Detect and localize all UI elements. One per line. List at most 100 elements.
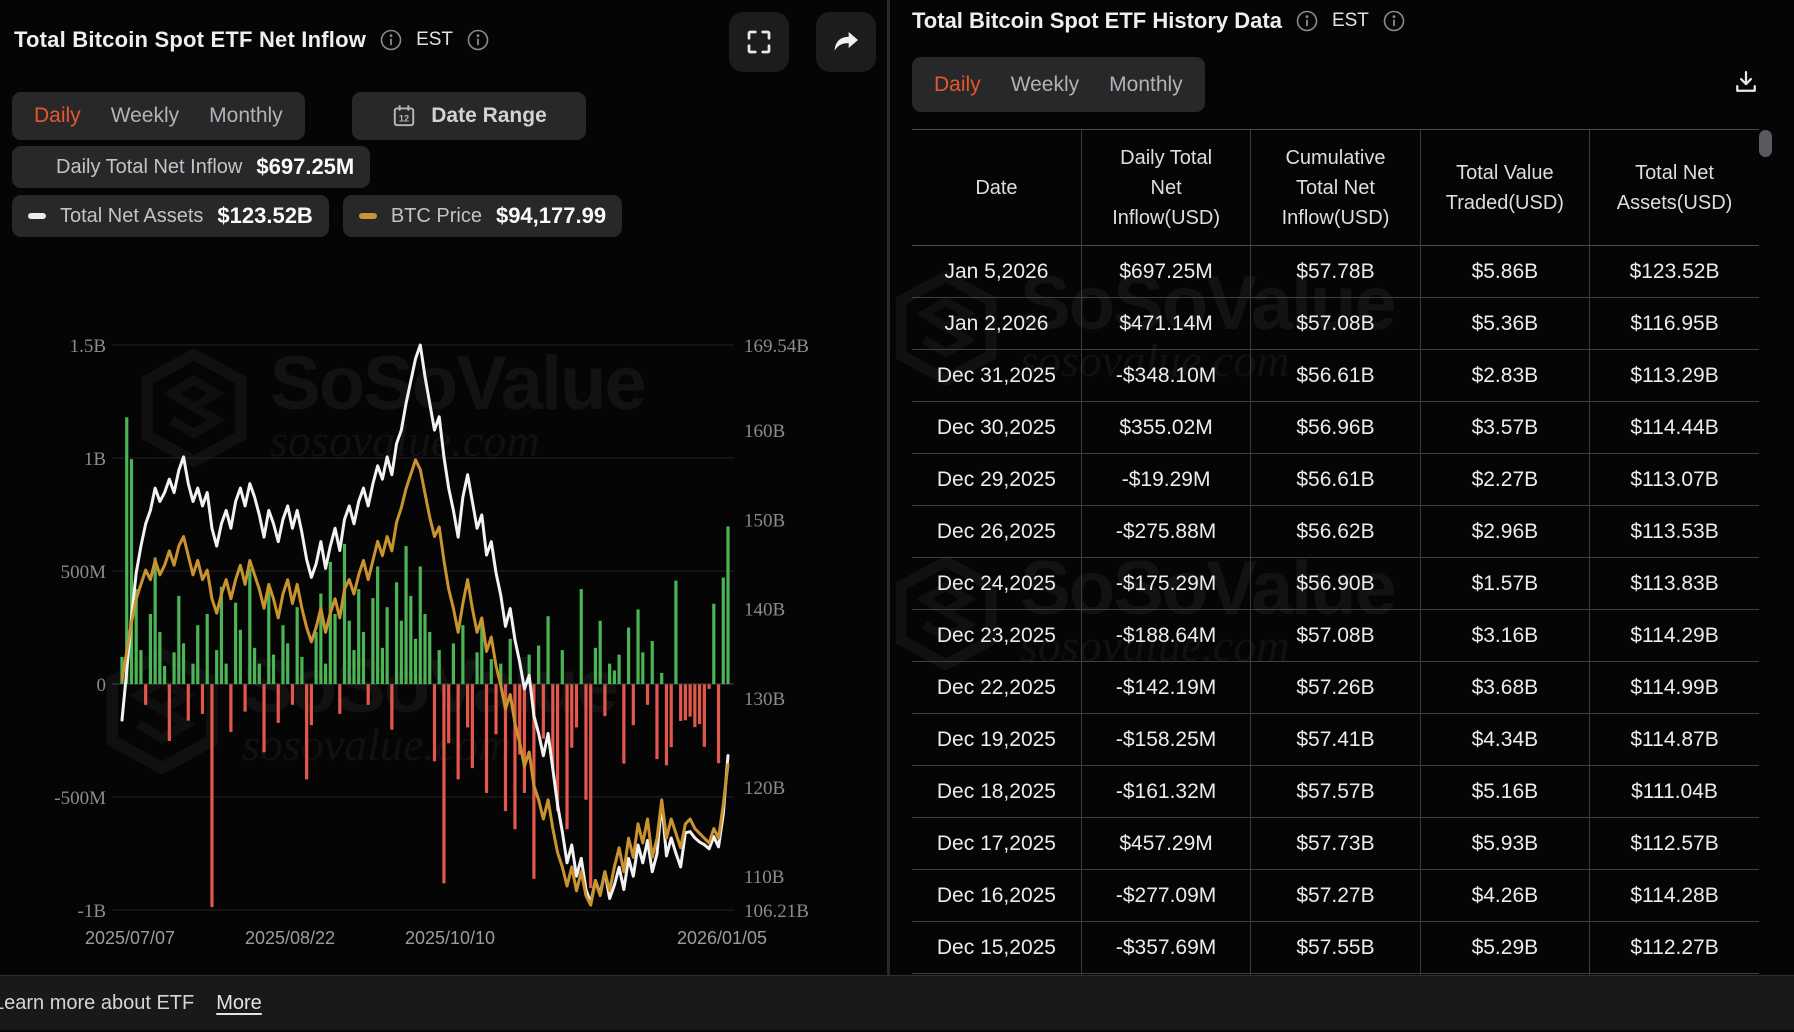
- cell-inflow: -$161.32M: [1081, 766, 1250, 818]
- cell-date: Dec 24,2025: [912, 558, 1081, 610]
- cell-assets: $112.27B: [1590, 922, 1759, 974]
- cell-traded: $4.34B: [1420, 714, 1589, 766]
- cell-date: Dec 26,2025: [912, 506, 1081, 558]
- svg-text:-1B: -1B: [78, 901, 107, 922]
- history-table-container: Date Daily Total Net Inflow(USD) Cumulat…: [912, 129, 1759, 975]
- cell-traded: $3.68B: [1420, 662, 1589, 714]
- table-header-row: Date Daily Total Net Inflow(USD) Cumulat…: [912, 130, 1759, 246]
- net-inflow-panel: SoSoValue sosovalue.com SoSoValue sosova…: [0, 0, 886, 975]
- cell-assets: $114.44B: [1590, 402, 1759, 454]
- cell-assets: $114.87B: [1590, 714, 1759, 766]
- svg-text:120B: 120B: [744, 778, 785, 799]
- table-row[interactable]: Dec 31,2025-$348.10M$56.61B$2.83B$113.29…: [912, 350, 1759, 402]
- table-row[interactable]: Dec 18,2025-$161.32M$57.57B$5.16B$111.04…: [912, 766, 1759, 818]
- svg-text:169.54B: 169.54B: [744, 336, 809, 357]
- info-icon[interactable]: [1382, 9, 1406, 33]
- cell-assets: $113.29B: [1590, 350, 1759, 402]
- cell-inflow: -$158.25M: [1081, 714, 1250, 766]
- cell-inflow: -$275.88M: [1081, 506, 1250, 558]
- cell-inflow: -$19.29M: [1081, 454, 1250, 506]
- cell-cumulative: $56.61B: [1251, 350, 1420, 402]
- cell-assets: $114.29B: [1590, 610, 1759, 662]
- cell-assets: $123.52B: [1590, 246, 1759, 298]
- net-inflow-chart[interactable]: 1.5B1B500M0-500M-1B169.54B160B150B140B13…: [0, 0, 886, 975]
- cell-inflow: -$142.19M: [1081, 662, 1250, 714]
- table-row[interactable]: Dec 23,2025-$188.64M$57.08B$3.16B$114.29…: [912, 610, 1759, 662]
- cell-cumulative: $57.55B: [1251, 922, 1420, 974]
- svg-text:1.5B: 1.5B: [70, 336, 106, 357]
- cell-inflow: $457.29M: [1081, 818, 1250, 870]
- cell-date: Dec 23,2025: [912, 610, 1081, 662]
- table-period-tabs: Daily Weekly Monthly: [912, 57, 1205, 112]
- table-row[interactable]: Dec 16,2025-$277.09M$57.27B$4.26B$114.28…: [912, 870, 1759, 922]
- cell-cumulative: $57.41B: [1251, 714, 1420, 766]
- col-total-net-assets: Total Net Assets(USD): [1590, 130, 1759, 246]
- table-row[interactable]: Dec 24,2025-$175.29M$56.90B$1.57B$113.83…: [912, 558, 1759, 610]
- cell-traded: $5.36B: [1420, 298, 1589, 350]
- cell-traded: $5.93B: [1420, 818, 1589, 870]
- footer-more-link[interactable]: More: [216, 992, 262, 1015]
- cell-traded: $2.27B: [1420, 454, 1589, 506]
- svg-text:0: 0: [97, 675, 107, 696]
- cell-cumulative: $57.78B: [1251, 246, 1420, 298]
- history-table: Date Daily Total Net Inflow(USD) Cumulat…: [912, 129, 1759, 975]
- tab-daily[interactable]: Daily: [934, 73, 981, 97]
- table-scrollbar-thumb[interactable]: [1759, 130, 1772, 157]
- footer-text: Learn more about ETF: [0, 992, 194, 1015]
- svg-text:1B: 1B: [84, 449, 106, 470]
- tab-monthly[interactable]: Monthly: [1109, 73, 1183, 97]
- cell-cumulative: $57.73B: [1251, 818, 1420, 870]
- cell-cumulative: $56.62B: [1251, 506, 1420, 558]
- cell-traded: $2.96B: [1420, 506, 1589, 558]
- history-data-panel: SoSoValue sosovalue.com SoSoValue sosova…: [890, 0, 1794, 975]
- cell-date: Dec 22,2025: [912, 662, 1081, 714]
- table-row[interactable]: Jan 5,2026$697.25M$57.78B$5.86B$123.52B: [912, 246, 1759, 298]
- table-row[interactable]: Dec 19,2025-$158.25M$57.41B$4.34B$114.87…: [912, 714, 1759, 766]
- cell-date: Dec 18,2025: [912, 766, 1081, 818]
- cell-traded: $5.29B: [1420, 922, 1589, 974]
- cell-date: Dec 30,2025: [912, 402, 1081, 454]
- table-row[interactable]: Jan 2,2026$471.14M$57.08B$5.36B$116.95B: [912, 298, 1759, 350]
- table-row[interactable]: Dec 29,2025-$19.29M$56.61B$2.27B$113.07B: [912, 454, 1759, 506]
- cell-assets: $113.53B: [1590, 506, 1759, 558]
- cell-cumulative: $56.90B: [1251, 558, 1420, 610]
- col-total-value-traded: Total Value Traded(USD): [1420, 130, 1589, 246]
- cell-assets: $112.57B: [1590, 818, 1759, 870]
- cell-cumulative: $57.27B: [1251, 870, 1420, 922]
- cell-traded: $1.57B: [1420, 558, 1589, 610]
- svg-text:130B: 130B: [744, 689, 785, 710]
- svg-text:150B: 150B: [744, 510, 785, 531]
- svg-text:500M: 500M: [61, 562, 107, 583]
- col-date: Date: [912, 130, 1081, 246]
- cell-inflow: $355.02M: [1081, 402, 1250, 454]
- download-button[interactable]: [1726, 62, 1766, 102]
- cell-traded: $5.16B: [1420, 766, 1589, 818]
- tab-weekly[interactable]: Weekly: [1011, 73, 1079, 97]
- col-daily-net-inflow: Daily Total Net Inflow(USD): [1081, 130, 1250, 246]
- cell-inflow: -$175.29M: [1081, 558, 1250, 610]
- cell-inflow: -$277.09M: [1081, 870, 1250, 922]
- cell-inflow: -$357.69M: [1081, 922, 1250, 974]
- cell-assets: $113.07B: [1590, 454, 1759, 506]
- table-row[interactable]: Dec 30,2025$355.02M$56.96B$3.57B$114.44B: [912, 402, 1759, 454]
- cell-date: Dec 29,2025: [912, 454, 1081, 506]
- cell-inflow: $471.14M: [1081, 298, 1250, 350]
- cell-inflow: -$348.10M: [1081, 350, 1250, 402]
- svg-text:2025/08/22: 2025/08/22: [245, 928, 335, 948]
- etf-dashboard: SoSoValue sosovalue.com SoSoValue sosova…: [0, 0, 1794, 1032]
- table-row[interactable]: Dec 17,2025$457.29M$57.73B$5.93B$112.57B: [912, 818, 1759, 870]
- cell-traded: $3.16B: [1420, 610, 1589, 662]
- table-row[interactable]: Dec 26,2025-$275.88M$56.62B$2.96B$113.53…: [912, 506, 1759, 558]
- table-row[interactable]: Dec 15,2025-$357.69M$57.55B$5.29B$112.27…: [912, 922, 1759, 974]
- cell-cumulative: $57.08B: [1251, 610, 1420, 662]
- cell-assets: $114.99B: [1590, 662, 1759, 714]
- cell-traded: $2.83B: [1420, 350, 1589, 402]
- cell-date: Dec 15,2025: [912, 922, 1081, 974]
- cell-date: Dec 19,2025: [912, 714, 1081, 766]
- cell-inflow: $697.25M: [1081, 246, 1250, 298]
- svg-text:160B: 160B: [744, 421, 785, 442]
- cell-date: Jan 5,2026: [912, 246, 1081, 298]
- info-icon[interactable]: [1295, 9, 1319, 33]
- col-cumulative-net-inflow: Cumulative Total Net Inflow(USD): [1251, 130, 1420, 246]
- table-row[interactable]: Dec 22,2025-$142.19M$57.26B$3.68B$114.99…: [912, 662, 1759, 714]
